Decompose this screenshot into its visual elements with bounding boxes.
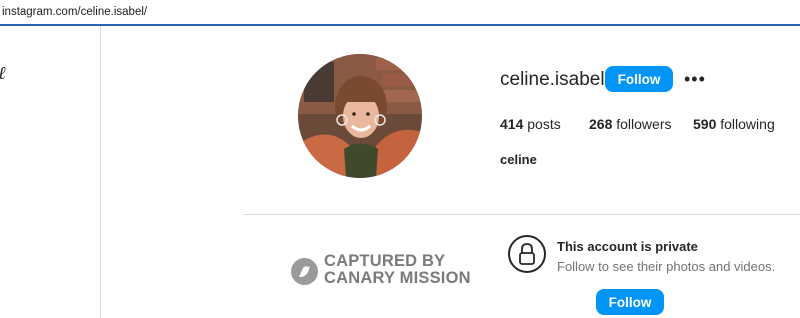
stat-posts-value: 414 — [500, 116, 524, 132]
watermark-line-2: CANARY MISSION — [324, 269, 471, 287]
more-options-icon[interactable]: ••• — [684, 69, 706, 90]
browser-address-bar[interactable]: instagram.com/celine.isabel/ — [0, 0, 800, 26]
stat-followers-value: 268 — [589, 116, 613, 132]
stat-posts-label: posts — [527, 116, 561, 132]
stat-followers[interactable]: 268 followers — [589, 116, 672, 132]
canary-bird-icon — [291, 258, 318, 285]
instagram-logo[interactable]: ℓ — [0, 63, 6, 84]
watermark-text: CAPTURED BY CANARY MISSION — [324, 253, 471, 287]
avatar-photo — [298, 54, 422, 178]
private-account-subtitle: Follow to see their photos and videos. — [557, 259, 776, 274]
profile-full-name: celine — [500, 152, 537, 167]
stat-following-label: following — [720, 116, 775, 132]
follow-button-private[interactable]: Follow — [596, 289, 664, 315]
lock-icon — [508, 235, 546, 273]
private-account-title: This account is private — [557, 239, 698, 254]
profile-avatar[interactable] — [298, 54, 422, 178]
stat-following[interactable]: 590 following — [693, 116, 775, 132]
profile-username: celine.isabel — [500, 69, 605, 90]
section-divider — [243, 214, 800, 215]
stat-following-value: 590 — [693, 116, 717, 132]
stat-followers-label: followers — [616, 116, 672, 132]
sidebar: ℓ — [0, 26, 101, 318]
stat-posts: 414 posts — [500, 116, 561, 132]
url-text[interactable]: instagram.com/celine.isabel/ — [2, 6, 147, 18]
watermark-line-1: CAPTURED BY — [324, 252, 446, 270]
follow-button[interactable]: Follow — [605, 66, 673, 92]
